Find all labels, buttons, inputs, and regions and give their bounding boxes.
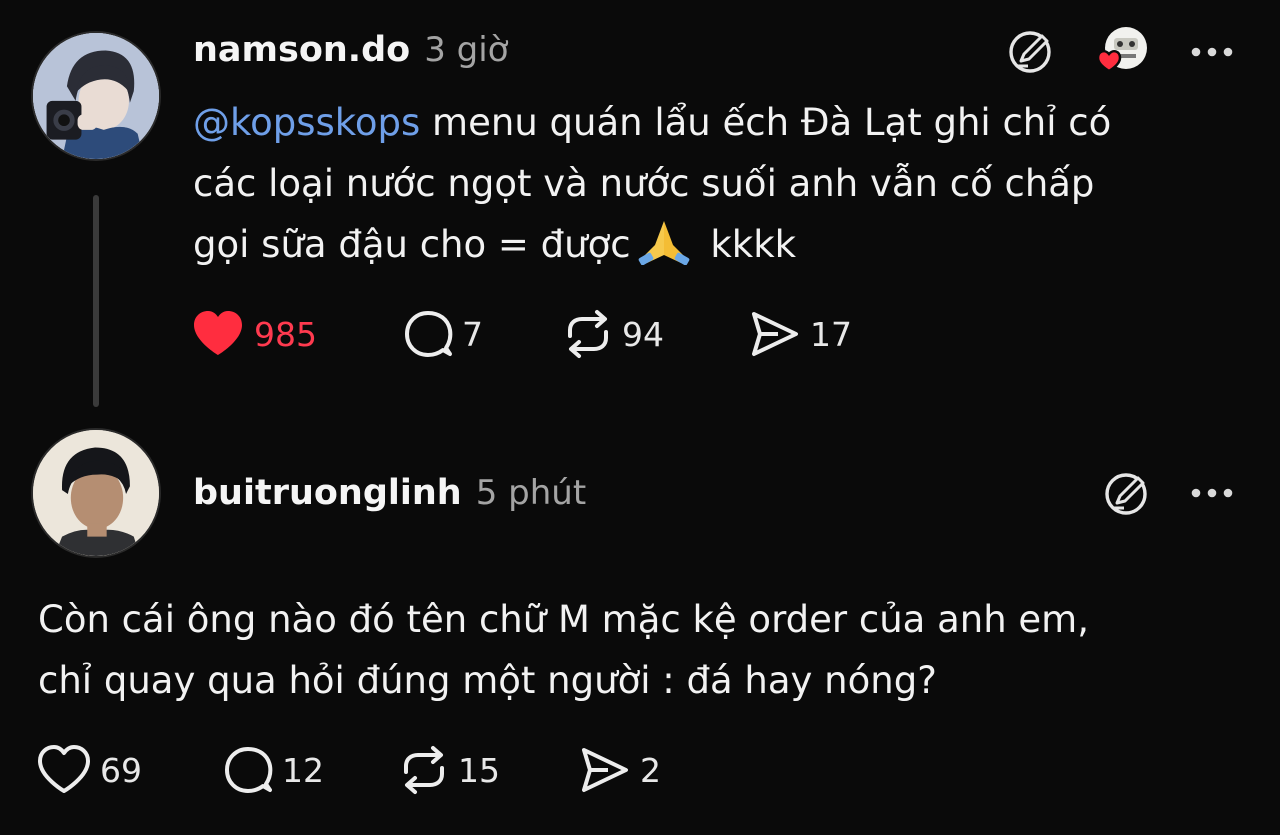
- avatar[interactable]: [31, 428, 161, 558]
- reply-count: 7: [462, 314, 483, 354]
- post-text: @kopsskops menu quán lẩu ếch Đà Lạt ghi …: [193, 92, 1253, 275]
- repost-button[interactable]: 15: [398, 744, 578, 796]
- mention-link[interactable]: @kopsskops: [193, 101, 420, 144]
- heart-icon: [194, 311, 242, 355]
- text-line: chỉ quay qua hỏi đúng một người : đá hay…: [38, 659, 937, 702]
- post-namson-do: namson.do 3 giờ @kopsskops menu quán lẩu…: [0, 0, 1280, 420]
- repost-count: 15: [458, 750, 500, 790]
- reply-count: 12: [282, 750, 324, 790]
- reply-icon: [225, 747, 273, 793]
- share-icon: [582, 748, 628, 792]
- repost-count: 94: [622, 314, 664, 354]
- post-actions: 69 12 15 2: [36, 744, 661, 796]
- like-button[interactable]: 985: [190, 309, 402, 359]
- text-line: các loại nước ngọt và nước suối anh vẫn …: [193, 162, 1095, 205]
- heart-icon: [38, 745, 90, 793]
- reply-icon: [405, 311, 453, 357]
- reactor-avatar-icon[interactable]: [1080, 24, 1154, 80]
- thread-line: [93, 195, 99, 407]
- share-button[interactable]: 17: [748, 308, 852, 360]
- more-options-icon[interactable]: [1187, 483, 1237, 503]
- more-options-icon[interactable]: [1187, 42, 1237, 62]
- share-count: 2: [640, 750, 661, 790]
- post-header: buitruonglinh 5 phút: [193, 473, 586, 513]
- timestamp: 3 giờ: [424, 30, 509, 70]
- text-line: kkkk: [710, 223, 797, 266]
- text-line: gọi sữa đậu cho = được: [193, 223, 631, 266]
- repost-icon: [568, 310, 608, 358]
- text-line: Còn cái ông nào đó tên chữ M mặc kệ orde…: [38, 598, 1089, 641]
- post-text: Còn cái ông nào đó tên chữ M mặc kệ orde…: [38, 589, 1238, 711]
- post-header: namson.do 3 giờ: [193, 30, 508, 70]
- folded-hands-icon: [638, 221, 689, 265]
- text-line: menu quán lẩu ếch Đà Lạt ghi chỉ có: [420, 101, 1112, 144]
- repost-button[interactable]: 94: [562, 308, 748, 360]
- edit-icon[interactable]: [1004, 26, 1056, 78]
- username[interactable]: buitruonglinh: [193, 473, 462, 513]
- share-icon: [752, 312, 798, 356]
- repost-icon: [404, 746, 444, 794]
- reply-button[interactable]: 7: [402, 308, 562, 360]
- timestamp: 5 phút: [475, 473, 587, 513]
- share-count: 17: [810, 314, 852, 354]
- like-count: 985: [254, 314, 317, 354]
- like-count: 69: [100, 750, 142, 790]
- share-button[interactable]: 2: [578, 744, 661, 796]
- edit-icon[interactable]: [1100, 468, 1152, 520]
- like-button[interactable]: 69: [36, 745, 222, 795]
- post-actions: 985 7 94 17: [190, 308, 852, 360]
- avatar-image: [33, 430, 159, 556]
- reply-button[interactable]: 12: [222, 744, 398, 796]
- username[interactable]: namson.do: [193, 30, 410, 70]
- avatar-image: [33, 33, 159, 159]
- avatar[interactable]: [31, 31, 161, 161]
